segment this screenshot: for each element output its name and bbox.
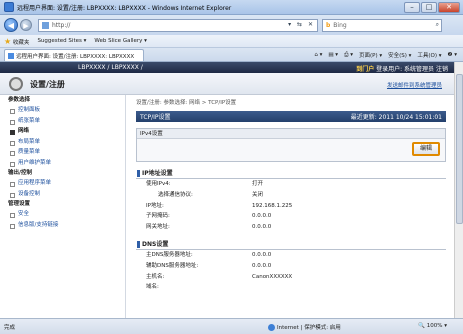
page-icon: [42, 21, 49, 29]
login-user: 登录用户: 系统管理员: [376, 66, 435, 73]
device-banner: LBPXXXX / LBPXXXX / 到门户 登录用户: 系统管理员 注销: [0, 62, 454, 73]
portal-link[interactable]: 到门户: [356, 66, 374, 73]
page-menu[interactable]: 页面(P) ▾: [359, 51, 382, 59]
vertical-scrollbar[interactable]: [454, 62, 463, 318]
safety-menu[interactable]: 安全(S) ▾: [388, 51, 411, 59]
page-header: 设置/注册 发送邮件到系统管理员: [0, 73, 454, 95]
section-title-bar: TCP/IP设置 最近更新: 2011 10/24 15:01:01: [136, 111, 446, 122]
feeds-icon[interactable]: ▤ ▾: [328, 52, 338, 58]
help-menu[interactable]: ❷ ▾: [448, 52, 457, 58]
sidebar-item-layout[interactable]: 布局菜单: [0, 137, 125, 148]
search-icon[interactable]: ⌕: [436, 21, 439, 29]
globe-icon: [268, 323, 275, 331]
scrollbar-thumb[interactable]: [456, 74, 463, 224]
sidebar-item-security[interactable]: 安全: [0, 209, 125, 220]
page-title: 设置/注册: [30, 80, 65, 89]
sidebar-item-user-maintenance[interactable]: 用户维护菜单: [0, 158, 125, 169]
sidebar-item-application[interactable]: 应用程序菜单: [0, 178, 125, 189]
search-placeholder: Bing: [333, 21, 347, 29]
window-title: 远程用户界面: 设置/注册: LBPXXXX: LBPXXXX - Window…: [17, 4, 232, 12]
ip-section-title: IP地址设置: [136, 168, 446, 179]
page-content: LBPXXXX / LBPXXXX / 到门户 登录用户: 系统管理员 注销 设…: [0, 62, 463, 318]
zoom-level[interactable]: 🔍 100% ▾: [418, 323, 447, 329]
back-button[interactable]: ◀: [4, 18, 18, 32]
setting-row: 子网掩码: 0.0.0.0: [146, 213, 272, 220]
bing-icon: b: [326, 21, 331, 29]
setting-row: 选择通信协议: 关闭: [158, 191, 264, 198]
sidebar: 参数选择 控制面板 纸张菜单 网络 布局菜单 质量菜单 用户维护菜单 输出/控制…: [0, 95, 126, 318]
last-updated: 最近更新: 2011 10/24 15:01:01: [350, 114, 442, 121]
print-icon[interactable]: ⎙ ▾: [344, 52, 353, 59]
favorites-bar: ★ 收藏夹 Suggested Sites ▾ Web Slice Galler…: [0, 35, 463, 48]
forward-button[interactable]: ▶: [20, 19, 32, 31]
ie-icon: [4, 2, 14, 12]
sidebar-item-control-panel[interactable]: 控制面板: [0, 105, 125, 116]
ipv4-panel: IPv4设置 编辑: [136, 128, 446, 162]
status-text: 完成: [4, 324, 16, 331]
window-titlebar: 远程用户界面: 设置/注册: LBPXXXX: LBPXXXX - Window…: [0, 0, 463, 15]
logout-link[interactable]: 注销: [436, 66, 448, 73]
model-name: LBPXXXX / LBPXXXX /: [78, 64, 143, 71]
sidebar-section-output: 输出/控制: [8, 170, 33, 176]
ip-address-section: IP地址设置 使用IPv4: 打开 选择通信协议: 关闭 IP地址: 192.168.…: [136, 168, 446, 233]
tab-remote-ui[interactable]: 远程用户界面: 设置/注册: LBPXXXX: LBPXXXX: [4, 49, 144, 61]
sidebar-item-device-control[interactable]: 设备控制: [0, 189, 125, 200]
dns-section-title: DNS设置: [136, 239, 446, 250]
gear-icon: [9, 77, 23, 91]
setting-row: 使用IPv4: 打开: [146, 181, 264, 187]
section-title: TCP/IP设置: [140, 114, 171, 121]
minimize-button[interactable]: –: [404, 1, 420, 13]
close-button[interactable]: ✕: [438, 1, 460, 13]
mail-admin-link[interactable]: 发送邮件到系统管理员: [387, 81, 442, 89]
tools-menu[interactable]: 工具(O) ▾: [417, 51, 441, 59]
address-url: http://: [52, 21, 71, 29]
address-toolbar: ◀ ▶ http:// ▾ ⇆ ✕ b Bing ⌕: [0, 15, 463, 35]
address-bar[interactable]: http:// ▾ ⇆ ✕: [38, 18, 318, 32]
breadcrumb: 设置/注册: 参数选择: 网络 > TCP/IP设置: [136, 100, 237, 106]
star-icon: ★: [4, 36, 12, 46]
setting-row: 域名:: [146, 284, 159, 291]
favorites-button[interactable]: ★ 收藏夹: [4, 37, 29, 46]
favorite-web-slice-gallery[interactable]: Web Slice Gallery ▾: [94, 38, 147, 44]
edit-button[interactable]: 编辑: [412, 142, 440, 156]
sidebar-item-network[interactable]: 网络: [0, 126, 125, 137]
setting-row: 主DNS服务器地址: 0.0.0.0: [146, 251, 272, 258]
dns-section: DNS设置 主DNS服务器地址: 0.0.0.0 辅助DNS服务器地址: 0.0.0…: [136, 239, 446, 293]
favorite-suggested-sites[interactable]: Suggested Sites ▾: [37, 38, 86, 44]
refresh-stop-icons[interactable]: ▾ ⇆ ✕: [288, 21, 315, 28]
sidebar-item-paper[interactable]: 纸张菜单: [0, 116, 125, 127]
main-panel: 设置/注册: 参数选择: 网络 > TCP/IP设置 TCP/IP设置 最近更新…: [136, 95, 446, 318]
status-bar: 完成 Internet | 保护模式: 启用 🔍 100% ▾: [0, 318, 463, 334]
sidebar-section-management: 管理设置: [8, 201, 31, 207]
setting-row: 主机名: CanonXXXXXX: [146, 273, 293, 280]
sidebar-section-preferences: 参数选择: [8, 97, 31, 103]
home-icon[interactable]: ⌂ ▾: [314, 52, 322, 58]
ipv4-panel-title: IPv4设置: [137, 129, 445, 139]
sidebar-item-quality[interactable]: 质量菜单: [0, 147, 125, 158]
tab-strip: 远程用户界面: 设置/注册: LBPXXXX: LBPXXXX ⌂ ▾ ▤ ▾ …: [0, 48, 463, 62]
sidebar-item-info-links[interactable]: 信息版/支持链接: [0, 220, 125, 231]
search-input[interactable]: b Bing ⌕: [322, 18, 442, 32]
tab-page-icon: [8, 52, 14, 59]
setting-row: IP地址: 192.168.1.225: [146, 202, 293, 209]
security-zone: Internet | 保护模式: 启用: [268, 323, 341, 331]
command-bar: ⌂ ▾ ▤ ▾ ⎙ ▾ 页面(P) ▾ 安全(S) ▾ 工具(O) ▾ ❷ ▾: [314, 49, 463, 61]
setting-row: 网关地址: 0.0.0.0: [146, 224, 272, 231]
maximize-button[interactable]: □: [421, 1, 437, 13]
setting-row: 辅助DNS服务器地址: 0.0.0.0: [146, 262, 272, 269]
